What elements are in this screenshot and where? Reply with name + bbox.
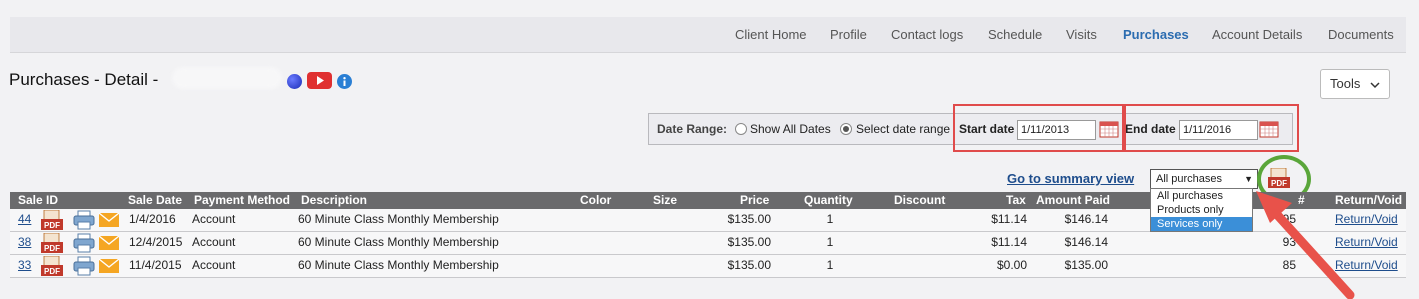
radio-show-all-dates[interactable] [735,123,747,135]
nav-purchases[interactable]: Purchases [1123,27,1189,42]
play-icon [317,76,324,85]
nav-schedule[interactable]: Schedule [988,27,1042,42]
pdf-icon[interactable]: PDF [41,210,63,230]
nav-visits[interactable]: Visits [1066,27,1097,42]
description: 60 Minute Class Monthly Membership [298,212,499,226]
col-sale-date[interactable]: Sale Date [128,193,182,207]
svg-text:PDF: PDF [44,244,60,253]
radio-select-date-range[interactable] [840,123,852,135]
page-title: Purchases - Detail - [9,70,159,89]
filter-option-all[interactable]: All purchases [1151,189,1252,203]
date-range-label: Date Range: [657,122,728,136]
col-size[interactable]: Size [653,193,677,207]
info-glyph [343,77,346,86]
description: 60 Minute Class Monthly Membership [298,258,499,272]
table-row: 38 PDF 12/4/2015 Account 60 Minute Class… [10,232,1406,255]
quantity: 1 [826,212,834,226]
nav-documents[interactable]: Documents [1328,27,1394,42]
sale-id-link[interactable]: 44 [18,212,31,226]
col-payment-method[interactable]: Payment Method [194,193,290,207]
summary-view-link[interactable]: Go to summary view [1007,171,1134,186]
print-icon[interactable] [73,256,95,276]
tax: $11.14 [991,235,1027,249]
quantity: 1 [826,235,834,249]
globe-icon[interactable] [287,74,302,89]
description: 60 Minute Class Monthly Membership [298,235,499,249]
purchase-filter-value: All purchases [1156,173,1223,185]
youtube-icon[interactable] [307,72,332,89]
col-discount[interactable]: Discount [894,193,945,207]
annotation-arrow [1256,191,1355,299]
nav-profile[interactable]: Profile [830,27,867,42]
tax: $11.14 [991,212,1027,226]
top-nav-bar: Client Home Profile Contact logs Schedul… [10,17,1406,53]
pdf-icon[interactable]: PDF [41,256,63,276]
select-date-range-label: Select date range [856,122,951,136]
sale-date: 12/4/2015 [129,235,183,249]
sale-date: 1/4/2016 [129,212,176,226]
price: $135.00 [727,258,771,272]
sale-date: 11/4/2015 [129,258,182,272]
col-tax[interactable]: Tax [1006,193,1026,207]
start-date-highlight [953,104,1126,152]
print-icon[interactable] [73,233,95,253]
tools-button-label: Tools [1330,76,1361,91]
svg-text:PDF: PDF [44,267,60,276]
filter-option-products[interactable]: Products only [1151,203,1252,217]
pdf-icon[interactable]: PDF [41,233,63,253]
col-description[interactable]: Description [301,193,367,207]
price: $135.00 [727,212,771,226]
payment-method: Account [192,258,236,272]
sale-id-link[interactable]: 38 [18,235,31,249]
email-icon[interactable] [99,236,119,250]
print-icon[interactable] [73,210,95,230]
payment-method: Account [192,235,236,249]
amount-paid: $146.14 [1064,235,1108,249]
nav-client-home[interactable]: Client Home [735,27,807,42]
email-icon[interactable] [99,213,119,227]
nav-account-details[interactable]: Account Details [1212,27,1302,42]
tools-button[interactable]: Tools [1320,69,1390,99]
price: $135.00 [727,235,771,249]
col-price[interactable]: Price [740,193,769,207]
purchase-filter-options: All purchases Products only Services onl… [1150,188,1253,232]
show-all-dates-label: Show All Dates [750,122,831,136]
col-quantity[interactable]: Quantity [804,193,853,207]
table-row: 33 PDF 11/4/2015 Account 60 Minute Class… [10,255,1406,278]
quantity: 1 [826,258,834,272]
col-amount-paid[interactable]: Amount Paid [1036,193,1110,207]
end-date-highlight [1122,104,1299,152]
chevron-down-icon [1370,82,1380,88]
svg-text:PDF: PDF [44,221,60,230]
amount-paid: $146.14 [1064,212,1108,226]
email-icon[interactable] [99,259,119,273]
nav-contact-logs[interactable]: Contact logs [891,27,963,42]
col-sale-id[interactable]: Sale ID [18,193,58,207]
purchase-filter-select[interactable]: All purchases ▼ [1150,169,1258,189]
col-color[interactable]: Color [580,193,611,207]
filter-option-services[interactable]: Services only [1151,217,1252,231]
tax: $0.00 [996,258,1027,272]
amount-paid: $135.00 [1064,258,1108,272]
info-icon[interactable] [337,74,352,89]
redacted-client-name [172,67,282,89]
sale-id-link[interactable]: 33 [18,258,31,272]
payment-method: Account [192,212,236,226]
